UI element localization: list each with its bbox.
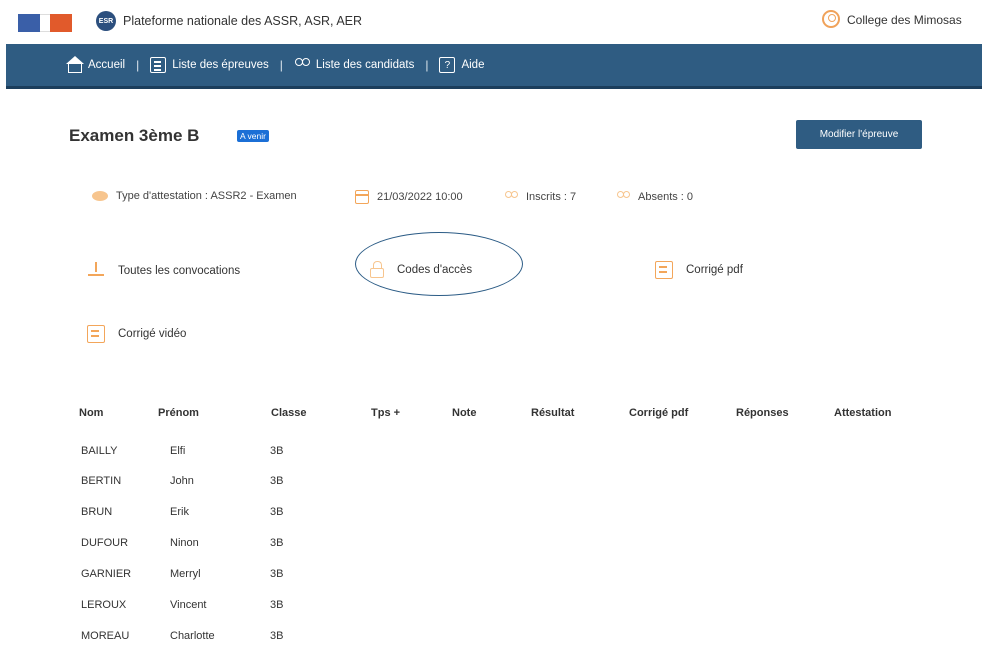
column-header-resultat[interactable]: Résultat — [531, 407, 574, 419]
nav-separator: | — [279, 58, 283, 72]
column-header-note[interactable]: Note — [452, 407, 476, 419]
attestation-type: Type d'attestation : ASSR2 - Examen — [92, 190, 297, 202]
download-icon — [87, 262, 105, 280]
nav-candidates[interactable]: Liste des candidats — [294, 57, 414, 73]
cell-prenom: Merryl — [170, 568, 201, 580]
cell-classe: 3B — [270, 475, 284, 487]
cell-prenom: Elfi — [170, 445, 186, 457]
column-header-attestation[interactable]: Attestation — [834, 407, 891, 419]
nav-separator: | — [425, 58, 429, 72]
absent-count-text: Absents : 0 — [638, 191, 694, 203]
cell-classe: 3B — [270, 445, 284, 457]
exam-datetime-text: 21/03/2022 10:00 — [377, 191, 463, 203]
nav-exams-label: Liste des épreuves — [172, 59, 269, 71]
enrolled-count-text: Inscrits : 7 — [526, 191, 577, 203]
table-row[interactable]: BERTIN John 3B — [0, 475, 982, 491]
table-row[interactable]: MOREAU Charlotte 3B — [0, 630, 982, 646]
column-header-tps[interactable]: Tps + — [371, 407, 400, 419]
people-icon — [504, 190, 518, 204]
nav-home[interactable]: Accueil — [66, 55, 126, 73]
people-icon — [294, 57, 310, 73]
marianne-flag-logo — [18, 14, 72, 32]
cell-nom: BAILLY — [81, 445, 118, 457]
nav-exams[interactable]: Liste des épreuves — [150, 57, 269, 73]
column-header-nom[interactable]: Nom — [79, 407, 103, 419]
cell-prenom: Charlotte — [170, 630, 215, 642]
cell-nom: BRUN — [81, 506, 113, 518]
table-row[interactable]: LEROUX Vincent 3B — [0, 599, 982, 615]
column-header-reponses[interactable]: Réponses — [736, 407, 789, 419]
top-header: ESR Plateforme nationale des ASSR, ASR, … — [0, 0, 982, 44]
cell-nom: LEROUX — [81, 599, 127, 611]
column-header-prenom[interactable]: Prénom — [158, 407, 199, 419]
people-icon — [616, 190, 630, 204]
cell-prenom: John — [170, 475, 194, 487]
document-checklist-icon — [87, 325, 105, 343]
column-header-corrige-pdf[interactable]: Corrigé pdf — [629, 407, 688, 419]
enrolled-count: Inscrits : 7 — [504, 190, 576, 204]
home-icon — [66, 55, 84, 73]
checklist-icon — [150, 57, 167, 73]
nav-help[interactable]: ? Aide — [439, 57, 484, 73]
graduation-cap-icon — [92, 191, 108, 201]
cell-classe: 3B — [270, 506, 284, 518]
video-correction-label: Corrigé vidéo — [118, 328, 187, 340]
handwritten-circle-annotation — [355, 232, 523, 296]
nav-help-label: Aide — [461, 59, 485, 71]
table-row[interactable]: BRUN Erik 3B — [0, 506, 982, 522]
table-row[interactable]: DUFOUR Ninon 3B — [0, 537, 982, 553]
cell-nom: GARNIER — [81, 568, 132, 580]
pdf-correction-label: Corrigé pdf — [686, 264, 743, 276]
main-nav: Accueil | Liste des épreuves | Liste des… — [6, 44, 982, 89]
pdf-correction-link[interactable]: Corrigé pdf — [655, 261, 743, 279]
user-icon[interactable] — [822, 10, 840, 28]
document-checklist-icon — [655, 261, 673, 279]
video-correction-link[interactable]: Corrigé vidéo — [87, 325, 186, 343]
table-row[interactable]: BAILLY Elfi 3B — [0, 445, 982, 461]
cell-classe: 3B — [270, 630, 284, 642]
cell-nom: MOREAU — [81, 630, 130, 642]
cell-nom: DUFOUR — [81, 537, 129, 549]
calendar-icon — [355, 190, 369, 204]
all-convocations-link[interactable]: Toutes les convocations — [87, 262, 240, 280]
attestation-type-text: Type d'attestation : ASSR2 - Examen — [116, 190, 297, 202]
cell-classe: 3B — [270, 599, 284, 611]
help-icon: ? — [439, 57, 456, 73]
esr-logo: ESR — [96, 11, 116, 31]
exam-datetime: 21/03/2022 10:00 — [355, 190, 463, 204]
nav-separator: | — [136, 58, 140, 72]
nav-home-label: Accueil — [88, 59, 126, 71]
status-badge: A venir — [237, 130, 269, 142]
column-header-classe[interactable]: Classe — [271, 407, 306, 419]
nav-candidates-label: Liste des candidats — [315, 59, 415, 71]
table-row[interactable]: GARNIER Merryl 3B — [0, 568, 982, 584]
modify-exam-button[interactable]: Modifier l'épreuve — [796, 120, 922, 149]
absent-count: Absents : 0 — [616, 190, 693, 204]
cell-prenom: Vincent — [170, 599, 207, 611]
platform-title[interactable]: Plateforme nationale des ASSR, ASR, AER — [123, 14, 362, 28]
cell-nom: BERTIN — [81, 475, 122, 487]
cell-prenom: Erik — [170, 506, 189, 518]
all-convocations-label: Toutes les convocations — [118, 265, 241, 277]
candidates-table-header: Nom Prénom Classe Tps + Note Résultat Co… — [0, 407, 982, 423]
cell-classe: 3B — [270, 568, 284, 580]
user-name[interactable]: College des Mimosas — [847, 13, 962, 27]
cell-prenom: Ninon — [170, 537, 199, 549]
cell-classe: 3B — [270, 537, 284, 549]
page-title: Examen 3ème B — [69, 126, 200, 145]
